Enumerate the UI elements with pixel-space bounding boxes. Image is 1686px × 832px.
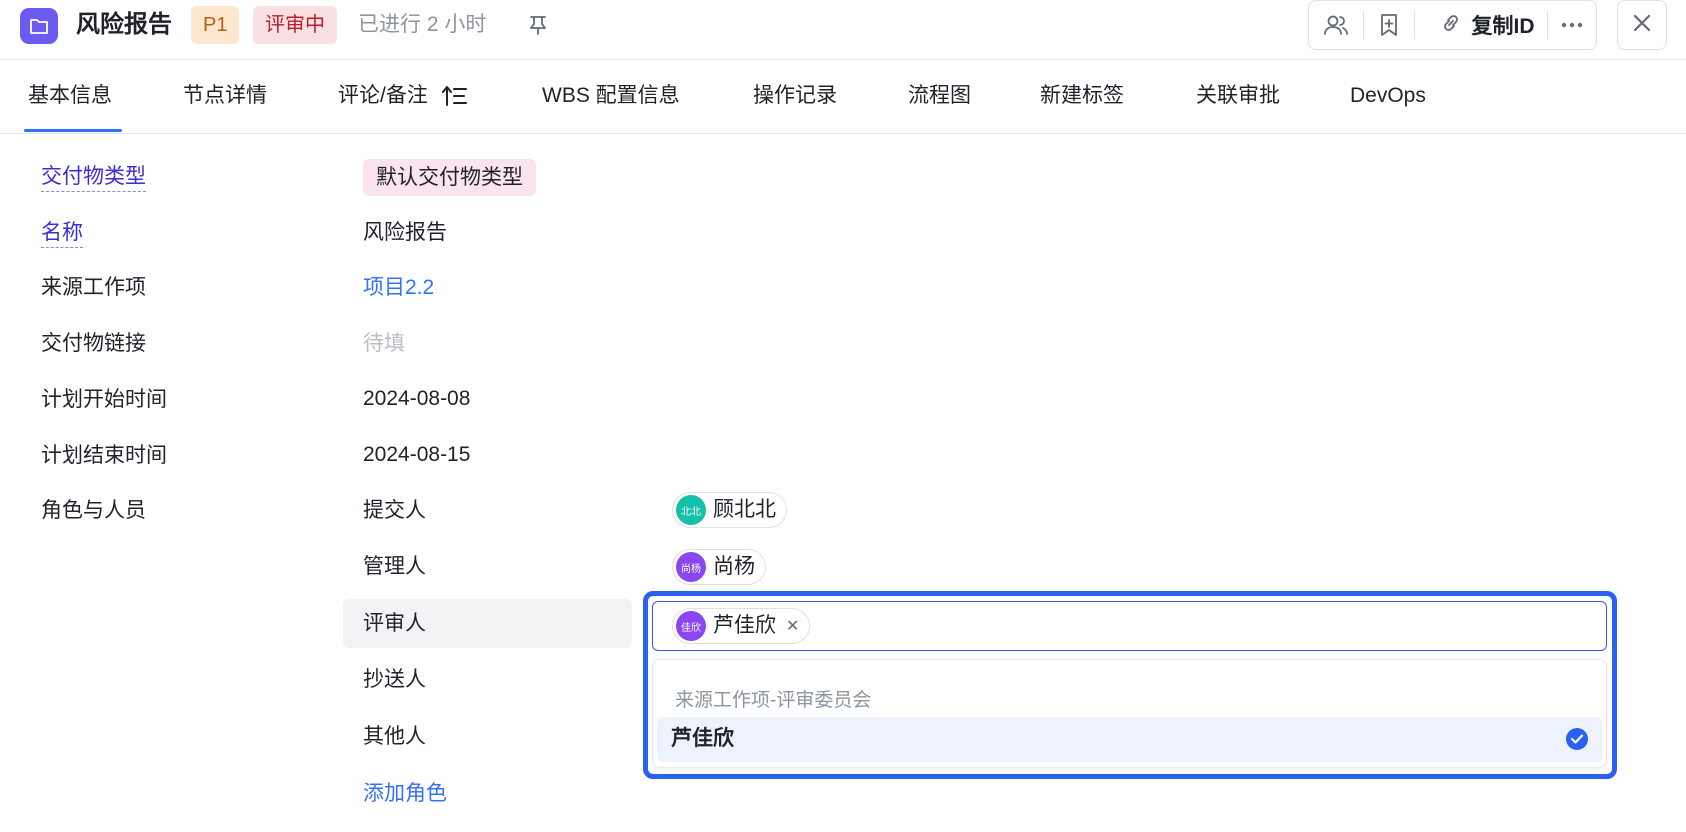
- copy-id-label: 复制ID: [1471, 15, 1535, 38]
- avatar: 尚杨: [676, 552, 706, 582]
- reviewer-chip[interactable]: 佳欣 芦佳欣 ✕: [672, 608, 811, 644]
- status-badge[interactable]: 评审中: [253, 6, 337, 44]
- close-button[interactable]: [1617, 0, 1667, 50]
- active-tab-indicator: [24, 129, 122, 132]
- checkmark-icon: [1566, 728, 1588, 750]
- priority-badge[interactable]: P1: [191, 6, 240, 44]
- role-other-label: 其他人: [363, 725, 426, 748]
- deliverable-type-label[interactable]: 交付物类型: [41, 163, 146, 192]
- avatar: 佳欣: [676, 611, 706, 641]
- plan-start-label: 计划开始时间: [41, 388, 167, 411]
- plan-start-value[interactable]: 2024-08-08: [363, 384, 470, 414]
- close-icon: [1632, 13, 1652, 38]
- tab-node-details[interactable]: 节点详情: [183, 80, 267, 112]
- reviewer-input[interactable]: 佳欣 芦佳欣 ✕: [652, 601, 1607, 651]
- deliverable-type-tag[interactable]: 默认交付物类型: [363, 159, 536, 196]
- page-title: 风险报告: [76, 11, 172, 38]
- role-submitter-label: 提交人: [363, 499, 426, 522]
- plan-end-label: 计划结束时间: [41, 444, 167, 467]
- role-cc-label: 抄送人: [363, 668, 426, 691]
- manager-chip[interactable]: 尚杨 尚杨: [672, 549, 766, 585]
- source-item-label: 来源工作项: [41, 276, 146, 299]
- person-name: 顾北北: [713, 498, 776, 521]
- add-role-link[interactable]: 添加角色: [363, 779, 447, 809]
- link-icon: [1440, 12, 1462, 39]
- deliverable-link-label: 交付物链接: [41, 332, 146, 355]
- header-toolbar: 复制ID: [1308, 0, 1597, 50]
- tab-basic-info[interactable]: 基本信息: [28, 80, 112, 112]
- sort-icon[interactable]: [441, 85, 468, 107]
- person-name: 尚杨: [713, 555, 755, 578]
- tab-bar: 基本信息 节点详情 评论/备注 WBS 配置信息 操作记录 流程图 新建标签 关…: [0, 60, 1686, 134]
- tab-operation-log[interactable]: 操作记录: [753, 80, 837, 112]
- name-label[interactable]: 名称: [41, 219, 83, 248]
- dropdown-option[interactable]: 芦佳欣: [657, 717, 1602, 762]
- reviewer-dropdown: 来源工作项-评审委员会 芦佳欣: [652, 659, 1607, 768]
- person-name: 芦佳欣: [713, 614, 776, 637]
- avatar: 北北: [676, 495, 706, 525]
- copy-id-button[interactable]: 复制ID: [1415, 1, 1547, 49]
- name-value[interactable]: 风险报告: [363, 218, 447, 248]
- deliverable-link-field[interactable]: 待填: [363, 329, 405, 359]
- tab-comments[interactable]: 评论/备注: [338, 80, 468, 112]
- tab-new-label[interactable]: 新建标签: [1040, 80, 1124, 112]
- role-manager-label: 管理人: [363, 555, 426, 578]
- remove-icon[interactable]: ✕: [786, 616, 799, 636]
- tab-flowchart[interactable]: 流程图: [908, 80, 971, 112]
- members-icon[interactable]: [1309, 1, 1363, 49]
- source-item-link[interactable]: 项目2.2: [363, 273, 434, 303]
- reviewer-selector: 佳欣 芦佳欣 ✕ 来源工作项-评审委员会 芦佳欣: [643, 591, 1617, 779]
- pin-icon[interactable]: [524, 8, 552, 42]
- folder-icon: [20, 8, 58, 44]
- detail-header: 风险报告 P1 评审中 已进行 2 小时 复制ID: [0, 0, 1686, 60]
- roles-label: 角色与人员: [41, 499, 146, 522]
- elapsed-time: 已进行 2 小时: [358, 13, 487, 36]
- tab-comments-label: 评论/备注: [338, 84, 428, 107]
- option-group-title: 来源工作项-评审委员会: [675, 690, 872, 711]
- plan-end-value[interactable]: 2024-08-15: [363, 440, 470, 470]
- option-label: 芦佳欣: [671, 727, 734, 750]
- submitter-chip[interactable]: 北北 顾北北: [672, 492, 787, 528]
- bookmark-add-icon[interactable]: [1364, 1, 1414, 49]
- tab-devops[interactable]: DevOps: [1350, 80, 1426, 112]
- tab-related-approval[interactable]: 关联审批: [1196, 80, 1280, 112]
- role-reviewer-label: 评审人: [363, 612, 426, 635]
- tab-wbs-config[interactable]: WBS 配置信息: [542, 80, 680, 112]
- more-icon[interactable]: [1548, 1, 1596, 49]
